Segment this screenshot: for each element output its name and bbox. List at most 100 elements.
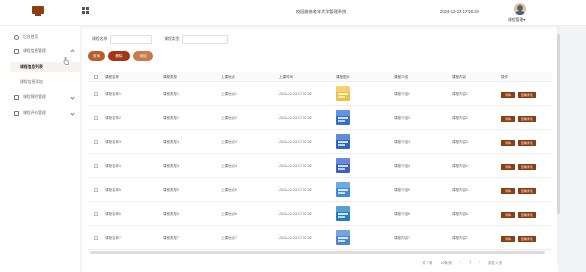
sidebar-item-label: 课程信息列表	[20, 64, 43, 69]
sidebar-item-reservation-management[interactable]: 课程预约管理	[14, 92, 78, 102]
table-row[interactable]: 课程名称1 课程类型1 上课地点1 2024-12-23 17:37:29 课程…	[88, 82, 552, 106]
sidebar-item-course-add[interactable]: 课程信息添加	[14, 77, 78, 87]
chevron-down-icon: ▾	[523, 18, 526, 22]
course-name-cell: 课程名称6	[105, 212, 121, 216]
view-review-button[interactable]: 查看评论	[518, 212, 536, 218]
detail-button[interactable]: 详情	[501, 188, 515, 194]
detail-button[interactable]: 详情	[501, 92, 515, 98]
row-checkbox[interactable]	[94, 188, 98, 192]
sidebar-item-course-list[interactable]: 课程信息列表	[10, 62, 80, 72]
view-review-button[interactable]: 查看评论	[518, 116, 536, 122]
top-header: 校园维修老年大学管理系统 2024-12-23 17:50:34 课程管理▾	[0, 0, 586, 26]
chevron-down-icon	[70, 110, 75, 116]
view-review-button[interactable]: 查看评论	[518, 164, 536, 170]
course-image[interactable]	[336, 230, 350, 245]
sidebar-item-label: 后台首页	[23, 34, 39, 39]
place-cell: 上课地点4	[221, 164, 237, 168]
prev-page-button[interactable]: ‹	[460, 260, 461, 265]
row-checkbox[interactable]	[94, 116, 98, 120]
detail-button[interactable]: 详情	[501, 236, 515, 242]
sidebar-item-home[interactable]: 后台首页	[14, 32, 78, 42]
table-row[interactable]: 课程名称6 课程类型6 上课地点6 2024-12-23 17:37:29 课程…	[88, 202, 552, 226]
course-name-label: 课程名称	[92, 36, 108, 41]
detail-button[interactable]: 详情	[501, 140, 515, 146]
sidebar-item-review-management[interactable]: 课程评价管理	[14, 108, 78, 118]
vertical-scrollbar-thumb[interactable]	[557, 34, 560, 214]
column-header: 课程内容	[452, 75, 466, 79]
course-image[interactable]	[336, 86, 350, 101]
column-header: 课程名称	[105, 75, 119, 79]
detail-button[interactable]: 详情	[501, 164, 515, 170]
intro-cell: 课程介绍4	[394, 164, 410, 168]
pagination: 共 7 条 10条/页 ‹ 1 › 前往 1 页	[422, 260, 502, 265]
time-cell: 2024-12-23 17:37:29	[279, 236, 312, 240]
monitor-logo-icon	[32, 6, 44, 16]
course-image[interactable]	[336, 158, 350, 173]
course-image[interactable]	[336, 182, 350, 197]
row-checkbox[interactable]	[94, 140, 98, 144]
intro-cell: 课程介绍6	[394, 212, 410, 216]
row-checkbox[interactable]	[94, 236, 98, 240]
intro-cell: 课程介绍3	[394, 140, 410, 144]
intro-cell: 课程介绍2	[394, 116, 410, 120]
view-review-button[interactable]: 查看评论	[518, 92, 536, 98]
view-review-button[interactable]: 查看评论	[518, 236, 536, 242]
table-row[interactable]: 课程名称4 课程类型4 上课地点4 2024-12-23 17:37:29 课程…	[88, 154, 552, 178]
menu-grid-icon[interactable]	[82, 7, 89, 14]
table-header: 课程名称 课程类型 上课地点 上课时间 课程图片 课程介绍 课程内容 操作	[88, 72, 552, 82]
detail-button[interactable]: 详情	[501, 212, 515, 218]
query-button[interactable]: 查询	[88, 51, 105, 61]
course-type-cell: 课程类型6	[163, 212, 179, 216]
toolbar: 查询 删除 添加	[88, 51, 153, 61]
table-row[interactable]: 课程名称7 课程类型7 上课地点7 2024-12-23 17:37:29 课程…	[88, 226, 552, 250]
course-image[interactable]	[336, 206, 350, 221]
column-header: 课程图片	[336, 75, 350, 79]
course-name-cell: 课程名称1	[105, 92, 121, 96]
sidebar-item-course-management[interactable]: 课程信息管理	[14, 46, 78, 56]
admin-name: 课程管理	[508, 18, 524, 22]
admin-avatar[interactable]	[514, 3, 526, 15]
row-checkbox[interactable]	[94, 92, 98, 96]
course-image[interactable]	[336, 110, 350, 125]
vertical-scrollbar[interactable]	[557, 26, 560, 264]
intro-cell: 课程介绍1	[394, 92, 410, 96]
course-type-cell: 课程类型3	[163, 140, 179, 144]
goto-page[interactable]: 前往 1 页	[488, 260, 502, 265]
horizontal-scrollbar[interactable]	[90, 251, 545, 254]
next-page-button[interactable]: ›	[479, 260, 480, 265]
home-icon	[14, 34, 19, 40]
place-cell: 上课地点1	[221, 92, 237, 96]
column-header: 课程介绍	[394, 75, 408, 79]
content-cell: 课程内容1	[452, 92, 468, 96]
table-row[interactable]: 课程名称2 课程类型2 上课地点2 2024-12-23 17:37:29 课程…	[88, 106, 552, 130]
page-size-select[interactable]: 10条/页	[441, 260, 453, 265]
time-cell: 2024-12-23 17:37:29	[279, 188, 312, 192]
course-type-input[interactable]	[182, 34, 229, 44]
row-checkbox[interactable]	[94, 212, 98, 216]
column-header: 课程类型	[163, 75, 177, 79]
select-all-checkbox[interactable]	[94, 75, 98, 79]
table-row[interactable]: 课程名称5 课程类型5 上课地点5 2024-12-23 17:37:29 课程…	[88, 178, 552, 202]
content-cell: 课程内容3	[452, 140, 468, 144]
row-checkbox[interactable]	[94, 164, 98, 168]
add-button[interactable]: 添加	[133, 51, 153, 61]
admin-name-dropdown[interactable]: 课程管理▾	[508, 17, 525, 23]
total-count: 共 7 条	[422, 261, 433, 265]
place-cell: 上课地点7	[221, 236, 237, 240]
course-icon	[14, 48, 19, 54]
course-name-cell: 课程名称7	[105, 236, 121, 240]
search-bar: 课程名称 课程类型	[92, 34, 229, 44]
course-type-cell: 课程类型4	[163, 164, 179, 168]
content-cell: 课程内容6	[452, 212, 468, 216]
table-row[interactable]: 课程名称3 课程类型3 上课地点3 2024-12-23 17:37:29 课程…	[88, 130, 552, 154]
delete-button[interactable]: 删除	[108, 51, 130, 61]
hand-cursor-icon	[63, 57, 69, 65]
course-name-input[interactable]	[110, 34, 153, 44]
chevron-down-icon	[70, 94, 75, 100]
course-image[interactable]	[336, 134, 350, 149]
page-number[interactable]: 1	[469, 260, 471, 265]
view-review-button[interactable]: 查看评论	[518, 140, 536, 146]
view-review-button[interactable]: 查看评论	[518, 188, 536, 194]
main-panel: 课程名称 课程类型 查询 删除 添加 课程名称 课程类型 上课地点 上课时间 课…	[82, 28, 558, 272]
detail-button[interactable]: 详情	[501, 116, 515, 122]
